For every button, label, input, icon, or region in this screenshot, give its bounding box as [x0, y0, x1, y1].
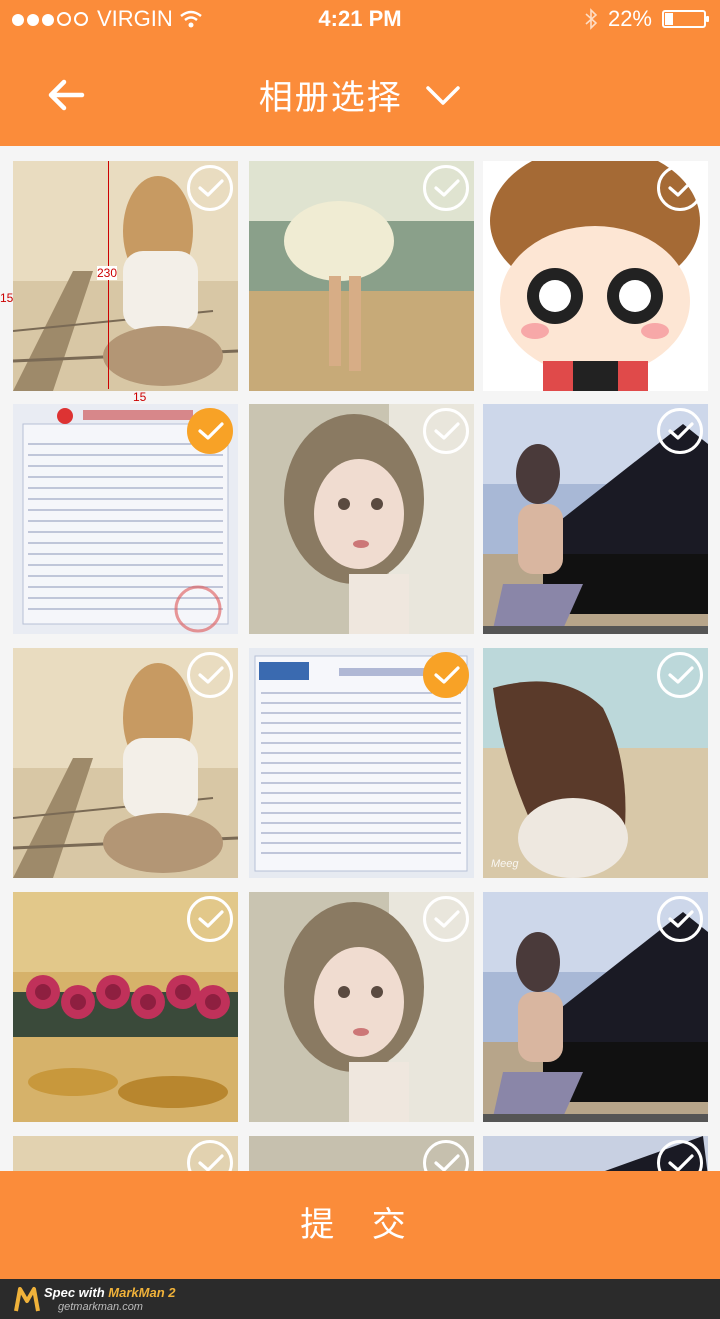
status-bar: VIRGIN 4:21 PM 22%	[0, 0, 720, 40]
photo-tile[interactable]	[249, 892, 474, 1122]
chevron-down-icon	[426, 85, 460, 105]
photo-tile[interactable]	[249, 648, 474, 878]
markman-url: getmarkman.com	[58, 1301, 143, 1313]
checkbox[interactable]	[423, 165, 469, 211]
checkmark-icon	[198, 1154, 224, 1171]
checkbox[interactable]	[423, 896, 469, 942]
checkmark-icon	[434, 910, 460, 928]
status-right: 22%	[584, 6, 709, 32]
checkmark-icon	[434, 422, 460, 440]
photo-tile[interactable]	[13, 161, 238, 391]
checkbox[interactable]	[187, 165, 233, 211]
checkbox-selected[interactable]	[423, 652, 469, 698]
markman-logo-icon	[14, 1287, 40, 1312]
checkbox[interactable]	[657, 165, 703, 211]
spec-margin-bottom-label: 15	[133, 390, 147, 404]
checkmark-icon	[434, 179, 460, 197]
photo-tile[interactable]	[483, 161, 708, 391]
photo-grid: Meeg	[13, 161, 709, 1171]
checkbox[interactable]	[187, 652, 233, 698]
checkmark-icon	[668, 1154, 694, 1171]
photo-tile[interactable]: Meeg	[483, 648, 708, 878]
markman-footer: Spec with MarkMan 2 getmarkman.com	[0, 1279, 720, 1319]
photo-tile[interactable]	[249, 161, 474, 391]
checkbox[interactable]	[187, 896, 233, 942]
spec-with-label: Spec with	[44, 1285, 109, 1300]
spec-margin-left-label: 15	[0, 291, 14, 305]
checkmark-icon	[198, 666, 224, 684]
photo-tile[interactable]	[483, 1136, 708, 1171]
album-selector[interactable]: 相册选择	[0, 70, 720, 119]
photo-tile[interactable]	[249, 1136, 474, 1171]
photo-tile[interactable]	[13, 1136, 238, 1171]
photo-tile[interactable]	[13, 892, 238, 1122]
nav-bar: 相册选择	[0, 40, 720, 146]
checkbox-selected[interactable]	[187, 408, 233, 454]
markman-brand: MarkMan 2	[108, 1285, 176, 1300]
checkmark-icon	[668, 666, 694, 684]
checkbox[interactable]	[657, 896, 703, 942]
spec-with-text: Spec with MarkMan 2	[44, 1285, 176, 1300]
checkmark-icon	[434, 1154, 460, 1171]
spec-height-label: 230	[97, 266, 118, 280]
photo-tile[interactable]	[483, 892, 708, 1122]
checkmark-icon	[668, 179, 694, 197]
photo-tile[interactable]	[483, 404, 708, 634]
battery-percent: 22%	[607, 6, 652, 31]
battery-icon	[662, 10, 709, 28]
checkmark-icon	[198, 179, 224, 197]
photo-tile[interactable]	[13, 404, 238, 634]
submit-button[interactable]: 提 交	[0, 1171, 720, 1279]
checkbox[interactable]	[657, 408, 703, 454]
photo-tile[interactable]	[249, 404, 474, 634]
checkbox[interactable]	[423, 408, 469, 454]
checkmark-icon	[668, 910, 694, 928]
photo-tile[interactable]	[13, 648, 238, 878]
checkmark-icon	[198, 422, 224, 440]
page-title: 相册选择	[258, 79, 403, 117]
checkmark-icon	[198, 910, 224, 928]
checkmark-icon	[668, 422, 694, 440]
photo-caption: Meeg	[491, 858, 519, 870]
checkbox[interactable]	[657, 652, 703, 698]
checkmark-icon	[434, 666, 460, 684]
bluetooth-icon	[585, 8, 598, 30]
